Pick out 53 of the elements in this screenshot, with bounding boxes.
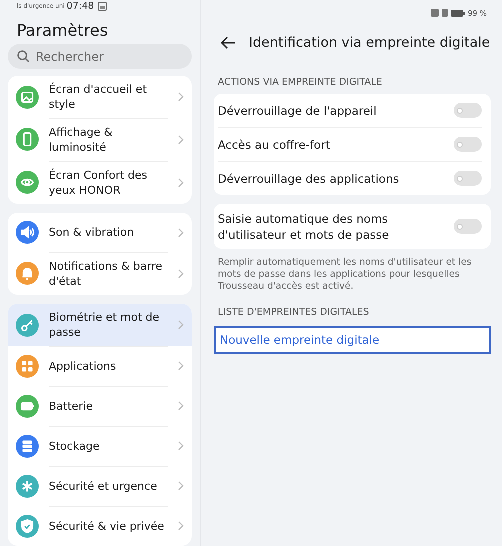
chevron-icon — [178, 401, 184, 411]
autofill-description: Remplir automatiquement les noms d'utilisateur et les mots de passe dans les applications pour lesquelles Trousseau d'accès est activé. — [217, 256, 473, 293]
chevron-icon — [178, 178, 184, 188]
status-time: 07:48 — [66, 1, 94, 12]
chevron-icon — [178, 441, 184, 451]
chevron-icon — [178, 481, 184, 491]
settings-item[interactable]: Stockage — [8, 426, 192, 466]
page-title: Identification via empreinte digitale — [249, 35, 490, 51]
item-label: Biométrie et mot de passe — [49, 310, 161, 341]
item-label: Applications — [49, 346, 168, 386]
chevron-icon — [178, 268, 184, 278]
chevron-icon — [178, 134, 184, 144]
sidebar-title: Paramètres — [16, 20, 110, 40]
item-label: Stockage — [49, 426, 168, 466]
new-fingerprint-button[interactable]: Nouvelle empreinte digitale — [214, 326, 491, 354]
toggle-label: Déverrouillage des applications — [218, 170, 400, 186]
item-label: Son & vibration — [49, 225, 136, 241]
item-label: Batterie — [49, 386, 168, 426]
settings-item[interactable]: Affichage & luminosité — [8, 118, 192, 161]
item-label: Affichage & luminosité — [49, 118, 168, 161]
search-field[interactable]: Rechercher — [8, 44, 192, 69]
toggle-switch[interactable] — [454, 219, 482, 234]
search-icon — [17, 50, 30, 63]
chevron-icon — [178, 361, 184, 371]
toggle-label: Accès au coffre-fort — [218, 136, 330, 152]
toggle-switch[interactable] — [454, 103, 482, 118]
settings-item[interactable]: Applications — [8, 346, 192, 386]
settings-item[interactable]: Sécurité et urgence — [8, 466, 192, 506]
settings-item[interactable]: Biométrie et mot de passe — [8, 304, 192, 346]
section-header: ACTIONS VIA EMPREINTE DIGITALE — [217, 76, 384, 90]
settings-item[interactable]: Écran d'accueil et style — [8, 76, 192, 118]
settings-item[interactable]: Son & vibration — [8, 213, 192, 252]
section-header: LISTE D'EMPREINTES DIGITALES — [217, 306, 370, 320]
back-icon[interactable] — [220, 36, 236, 50]
item-label: Sécurité et urgence — [49, 466, 168, 506]
toggle-switch[interactable] — [454, 137, 482, 152]
screenshot-icon — [98, 2, 108, 11]
settings-item[interactable]: Sécurité & vie privée — [8, 506, 192, 546]
chevron-icon — [178, 92, 184, 102]
chevron-icon — [178, 228, 184, 238]
battery-icon — [450, 10, 465, 16]
chevron-icon — [178, 320, 184, 330]
settings-item[interactable]: Écran Confort des yeux HONOR — [8, 161, 192, 204]
item-label: Écran Confort des yeux HONOR — [49, 161, 168, 204]
chevron-icon — [178, 521, 184, 531]
settings-item[interactable]: Notifications & barre d'état — [8, 252, 192, 295]
item-label: Sécurité & vie privée — [49, 506, 168, 546]
item-label: Écran d'accueil et style — [49, 82, 148, 113]
toggle-label: Déverrouillage de l'appareil — [218, 102, 377, 118]
item-label: Notifications & barre d'état — [49, 252, 168, 295]
toggle-switch[interactable] — [454, 171, 482, 186]
toggle-label: Saisie automatique des noms d'utilisateur et mots de passe — [218, 210, 390, 242]
settings-item[interactable]: Batterie — [8, 386, 192, 426]
